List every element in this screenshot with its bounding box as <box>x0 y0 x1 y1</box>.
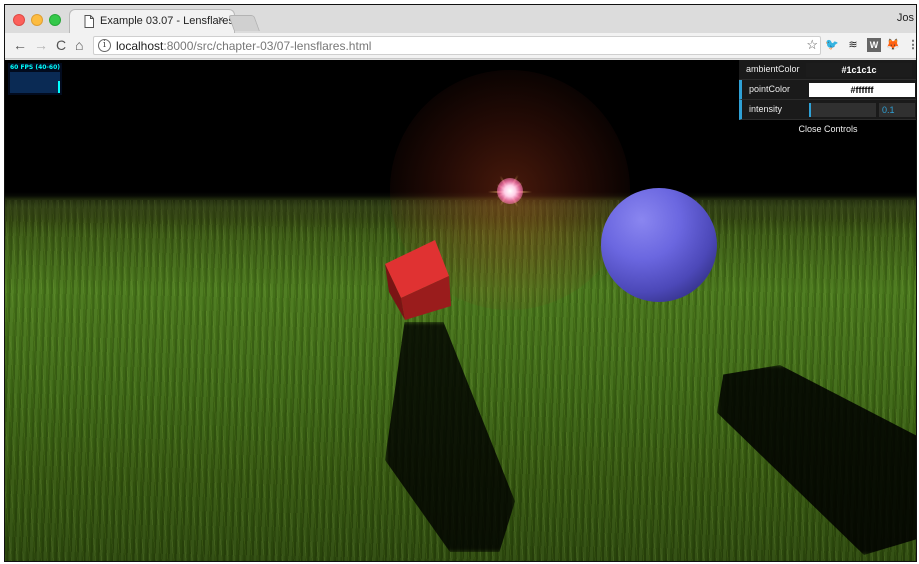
fps-readout: 60 FPS (40-60) <box>10 64 61 71</box>
home-button[interactable]: ⌂ <box>75 36 83 54</box>
forward-button[interactable]: → <box>34 36 48 54</box>
intensity-row: intensity 0.1 <box>739 100 916 120</box>
lens-flare-light <box>497 178 523 204</box>
tab-close-icon[interactable]: × <box>218 14 224 26</box>
intensity-slider-fill <box>809 103 811 117</box>
close-window-button[interactable] <box>13 14 25 26</box>
chrome-menu-icon[interactable]: ⋮ <box>906 38 917 52</box>
document-icon <box>84 15 94 28</box>
intensity-slider[interactable] <box>809 103 876 117</box>
w-extension-icon[interactable]: W <box>867 38 881 52</box>
ambient-color-input[interactable]: #1c1c1c <box>806 63 912 77</box>
url-text: localhost:8000/src/chapter-03/07-lensfla… <box>116 39 371 53</box>
point-color-label: pointColor <box>749 84 791 94</box>
new-tab-button[interactable] <box>228 15 260 31</box>
browser-toolbar: ← → C ⌂ i localhost:8000/src/chapter-03/… <box>5 33 916 59</box>
dat-gui-controls: ambientColor #1c1c1c pointColor #ffffff … <box>739 60 916 138</box>
webgl-canvas[interactable]: 60 FPS (40-60) ambientColor #1c1c1c poin… <box>5 60 916 561</box>
profile-button[interactable]: Jos <box>897 12 914 24</box>
tab-title: Example 03.07 - Lensflarest <box>100 15 237 27</box>
buffer-extension-icon[interactable]: ≋ <box>846 38 860 52</box>
url-path: :8000/src/chapter-03/07-lensflares.html <box>163 39 372 53</box>
tab-active[interactable]: Example 03.07 - Lensflarest × <box>69 9 237 33</box>
intensity-label: intensity <box>749 104 783 114</box>
fps-graph <box>10 72 60 93</box>
intensity-value-input[interactable]: 0.1 <box>879 103 915 117</box>
address-bar[interactable]: i localhost:8000/src/chapter-03/07-lensf… <box>93 36 821 55</box>
reload-button[interactable]: C <box>56 36 66 54</box>
url-host: localhost <box>116 39 164 53</box>
info-icon[interactable]: i <box>98 39 111 52</box>
bookmark-star-icon[interactable]: ☆ <box>806 37 818 53</box>
ambient-color-row: ambientColor #1c1c1c <box>739 60 916 80</box>
ambient-color-label: ambientColor <box>746 64 800 74</box>
red-cube <box>385 240 451 320</box>
browser-window: Example 03.07 - Lensflarest × Jos ← → C … <box>4 4 917 562</box>
back-button[interactable]: ← <box>13 36 27 54</box>
point-color-input[interactable]: #ffffff <box>809 83 915 97</box>
twitter-extension-icon[interactable]: 🐦 <box>825 38 839 52</box>
fps-bar <box>58 81 60 93</box>
maximize-window-button[interactable] <box>49 14 61 26</box>
metamask-extension-icon[interactable]: 🦊 <box>886 38 900 52</box>
minimize-window-button[interactable] <box>31 14 43 26</box>
tab-strip: Example 03.07 - Lensflarest × Jos <box>5 5 916 33</box>
point-color-row: pointColor #ffffff <box>739 80 916 100</box>
stats-panel[interactable]: 60 FPS (40-60) <box>8 63 62 95</box>
close-controls-button[interactable]: Close Controls <box>739 120 916 138</box>
blue-sphere <box>601 188 717 302</box>
